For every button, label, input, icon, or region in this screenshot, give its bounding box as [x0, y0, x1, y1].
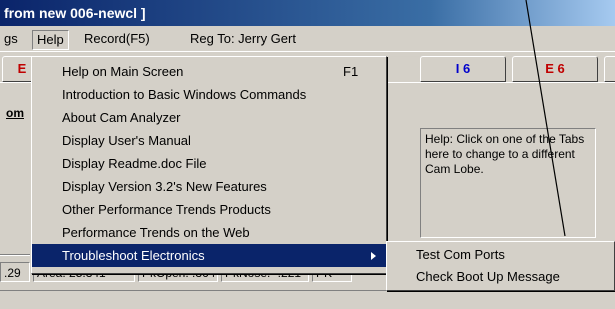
- bottom-strip: [0, 290, 615, 309]
- menu-item-test-com-ports[interactable]: Test Com Ports: [387, 244, 614, 266]
- menu-item-label: Performance Trends on the Web: [62, 225, 250, 240]
- divider: [0, 254, 30, 256]
- menu-item-label: About Cam Analyzer: [62, 110, 181, 125]
- menu-item-label: Help on Main Screen: [62, 64, 184, 79]
- menu-item-label: Display User's Manual: [62, 133, 191, 148]
- panel-label: om: [6, 106, 24, 120]
- menu-item-users-manual[interactable]: Display User's Manual: [32, 129, 386, 152]
- menu-reg-to[interactable]: Reg To: Jerry Gert: [186, 30, 300, 48]
- menu-item-new-features[interactable]: Display Version 3.2's New Features: [32, 175, 386, 198]
- tab-next[interactable]: [604, 56, 615, 82]
- menu-help[interactable]: Help: [32, 30, 69, 50]
- menu-item-about[interactable]: About Cam Analyzer: [32, 106, 386, 129]
- menu-item-intro-windows[interactable]: Introduction to Basic Windows Commands: [32, 83, 386, 106]
- menu-item-check-boot-up[interactable]: Check Boot Up Message: [387, 266, 614, 288]
- menu-item-label: Display Readme.doc File: [62, 156, 207, 171]
- menu-settings[interactable]: gs: [0, 30, 22, 48]
- menu-item-label: Introduction to Basic Windows Commands: [62, 87, 307, 102]
- submenu-arrow-icon: [371, 252, 376, 260]
- tab-e6[interactable]: E 6: [512, 56, 598, 82]
- status-cell-value: .29: [0, 262, 30, 282]
- menu-item-shortcut: F1: [343, 64, 359, 79]
- menu-item-web[interactable]: Performance Trends on the Web: [32, 221, 386, 244]
- menu-record[interactable]: Record(F5): [80, 30, 154, 48]
- tab-i6[interactable]: I 6: [420, 56, 506, 82]
- menu-item-troubleshoot[interactable]: Troubleshoot Electronics: [32, 244, 386, 267]
- help-text: Help: Click on one of the Tabs here to c…: [425, 132, 585, 176]
- menu-item-label: Other Performance Trends Products: [62, 202, 271, 217]
- window-title-bar: from new 006-newcl ]: [0, 0, 615, 26]
- help-menu-dropdown: Help on Main Screen F1 Introduction to B…: [31, 56, 387, 274]
- troubleshoot-submenu: Test Com Ports Check Boot Up Message: [386, 241, 615, 291]
- menu-bar: gs Help Record(F5) Reg To: Jerry Gert: [0, 27, 615, 52]
- menu-item-other-products[interactable]: Other Performance Trends Products: [32, 198, 386, 221]
- menu-item-label: Troubleshoot Electronics: [62, 248, 205, 263]
- menu-item-help-main-screen[interactable]: Help on Main Screen F1: [32, 60, 386, 83]
- window-title: from new 006-newcl ]: [4, 5, 146, 21]
- menu-item-label: Display Version 3.2's New Features: [62, 179, 267, 194]
- help-text-box: Help: Click on one of the Tabs here to c…: [420, 128, 596, 238]
- menu-item-readme[interactable]: Display Readme.doc File: [32, 152, 386, 175]
